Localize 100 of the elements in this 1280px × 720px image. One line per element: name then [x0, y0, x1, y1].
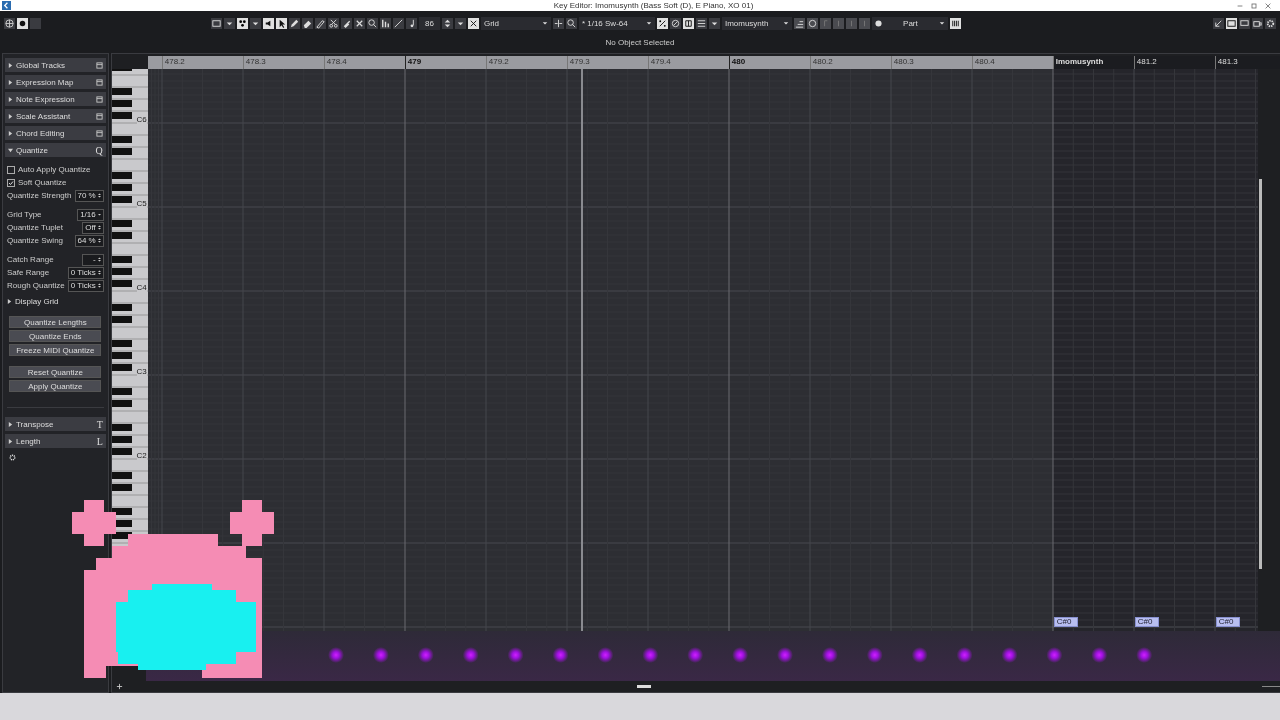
- ruler-label: 480.4: [974, 57, 995, 66]
- ruler-label: 479.3: [569, 57, 590, 66]
- inspector-section[interactable]: Chord Editing: [5, 126, 106, 140]
- list-icon[interactable]: [695, 17, 707, 29]
- panel-icon: [95, 129, 103, 137]
- triangle-icon: [8, 438, 13, 444]
- caret-icon[interactable]: [224, 17, 235, 29]
- spinner-icon[interactable]: [441, 17, 453, 29]
- maximize-icon[interactable]: [1250, 1, 1258, 10]
- value-spinner[interactable]: 0 Ticks: [67, 266, 104, 279]
- value-spinner[interactable]: 0 Ticks: [67, 279, 104, 292]
- inspector-section[interactable]: Global Tracks: [5, 58, 106, 72]
- globe-icon[interactable]: [806, 17, 818, 29]
- glue-icon[interactable]: [341, 17, 352, 29]
- color-dropdown[interactable]: Part: [871, 16, 948, 30]
- quantize-dropdown[interactable]: * 1/16 Sw-64: [578, 16, 655, 30]
- quantize-button[interactable]: Freeze MIDI Quantize: [9, 344, 102, 356]
- palette-icon: [874, 19, 882, 27]
- spinner-icon: [97, 257, 101, 262]
- value-spinner[interactable]: Off: [81, 221, 104, 234]
- ruler-label: 479.2: [488, 57, 509, 66]
- caret-icon: [541, 20, 548, 26]
- section-letter: L: [96, 435, 103, 447]
- zoom-icon[interactable]: [367, 17, 378, 29]
- scrollbar-thumb[interactable]: [636, 684, 651, 688]
- checkbox[interactable]: [7, 165, 15, 174]
- ruler-label: 478.2: [164, 57, 185, 66]
- circle-slash-icon[interactable]: [669, 17, 681, 29]
- triangle-icon: [8, 130, 13, 136]
- settings-icon[interactable]: [1265, 17, 1276, 29]
- spinner-icon: [97, 225, 101, 230]
- quantize-button[interactable]: Apply Quantize: [9, 380, 102, 392]
- eraser-icon[interactable]: [302, 17, 313, 29]
- ruler-label: 479: [407, 57, 422, 66]
- panel-icon: [95, 78, 103, 86]
- midi-note[interactable]: C#0: [1215, 617, 1240, 627]
- quantize-button[interactable]: Quantize Lengths: [9, 316, 102, 328]
- option-label: Grid Type: [7, 210, 43, 219]
- settings-icon[interactable]: [8, 453, 17, 462]
- caret-icon: [938, 20, 945, 26]
- caret-icon: [782, 20, 789, 26]
- quantize-icon[interactable]: [565, 17, 577, 29]
- bars-icon[interactable]: [380, 17, 391, 29]
- value-dropdown[interactable]: 1/16: [77, 208, 104, 221]
- add-icon[interactable]: [115, 682, 123, 690]
- grid-icon[interactable]: [682, 17, 694, 29]
- camera-icon[interactable]: [1252, 17, 1263, 29]
- spinner-icon: [97, 270, 101, 275]
- snap-dropdown[interactable]: Grid: [480, 16, 551, 30]
- steps-icon[interactable]: [793, 17, 805, 29]
- triangle-icon: [8, 421, 13, 427]
- triangle-icon: [8, 113, 13, 119]
- inspector-section[interactable]: Quantize Q: [5, 143, 106, 157]
- ruler-label: 480.2: [812, 57, 833, 66]
- triangle-icon: [8, 62, 13, 68]
- brush-icon[interactable]: [315, 17, 326, 29]
- line-icon[interactable]: [393, 17, 404, 29]
- note-icon[interactable]: [406, 17, 417, 29]
- midi-note[interactable]: C#0: [1134, 617, 1159, 627]
- close-icon[interactable]: [1264, 1, 1272, 10]
- quantize-button[interactable]: Reset Quantize: [9, 366, 102, 378]
- pencil-icon[interactable]: [289, 17, 300, 29]
- cross-icon[interactable]: [354, 17, 365, 29]
- spinner-icon: [97, 283, 101, 288]
- value-spinner[interactable]: -: [81, 253, 104, 266]
- scrollbar-thumb[interactable]: [1258, 179, 1262, 569]
- display-grid-toggle[interactable]: Display Grid: [7, 297, 104, 306]
- triangle-icon: [8, 96, 13, 102]
- value-spinner[interactable]: 70 %: [74, 189, 104, 202]
- caret-icon[interactable]: [250, 17, 261, 29]
- split-icon[interactable]: [552, 17, 564, 29]
- screen-icon[interactable]: [1239, 17, 1250, 29]
- ruler-label: 480: [731, 57, 746, 66]
- quantize-button[interactable]: Quantize Ends: [9, 330, 102, 342]
- octave-label: C5: [136, 199, 147, 208]
- instrument-dropdown[interactable]: Imomusynth: [721, 16, 792, 30]
- inspector-section[interactable]: Note Expression: [5, 92, 106, 106]
- ruler-label: 481.2: [1136, 57, 1157, 66]
- midi-note[interactable]: C#0: [1053, 617, 1078, 627]
- inspector-section[interactable]: Expression Map: [5, 75, 106, 89]
- octave-label: C4: [136, 283, 147, 292]
- option-label: Quantize Tuplet: [7, 223, 65, 232]
- nodes-icon[interactable]: [237, 17, 248, 29]
- checkbox[interactable]: [7, 178, 15, 187]
- monitor-icon[interactable]: [211, 17, 222, 29]
- timeline-ruler[interactable]: 478.2 478.3 478.4 479 479.2 479.3 479.4 480 480.2 480.3 480.4 Imomusynth 481.2 481.3: [147, 56, 1280, 69]
- octave-label: C2: [136, 451, 147, 460]
- layout-icon[interactable]: [1226, 17, 1237, 29]
- inspector-section[interactable]: Scale Assistant: [5, 109, 106, 123]
- scissors-icon[interactable]: [328, 17, 339, 29]
- percent-icon[interactable]: [656, 17, 668, 29]
- triangle-icon: [8, 147, 13, 153]
- caret-icon[interactable]: [708, 17, 720, 29]
- caret-icon[interactable]: [454, 17, 466, 29]
- globe-icon[interactable]: [4, 17, 15, 29]
- inspector-section[interactable]: Length L: [5, 434, 106, 448]
- arrow-icon[interactable]: [1213, 17, 1224, 29]
- inspector-section[interactable]: Transpose T: [5, 417, 106, 431]
- value-spinner[interactable]: 64 %: [74, 234, 104, 247]
- velocity-value[interactable]: 86: [419, 16, 440, 30]
